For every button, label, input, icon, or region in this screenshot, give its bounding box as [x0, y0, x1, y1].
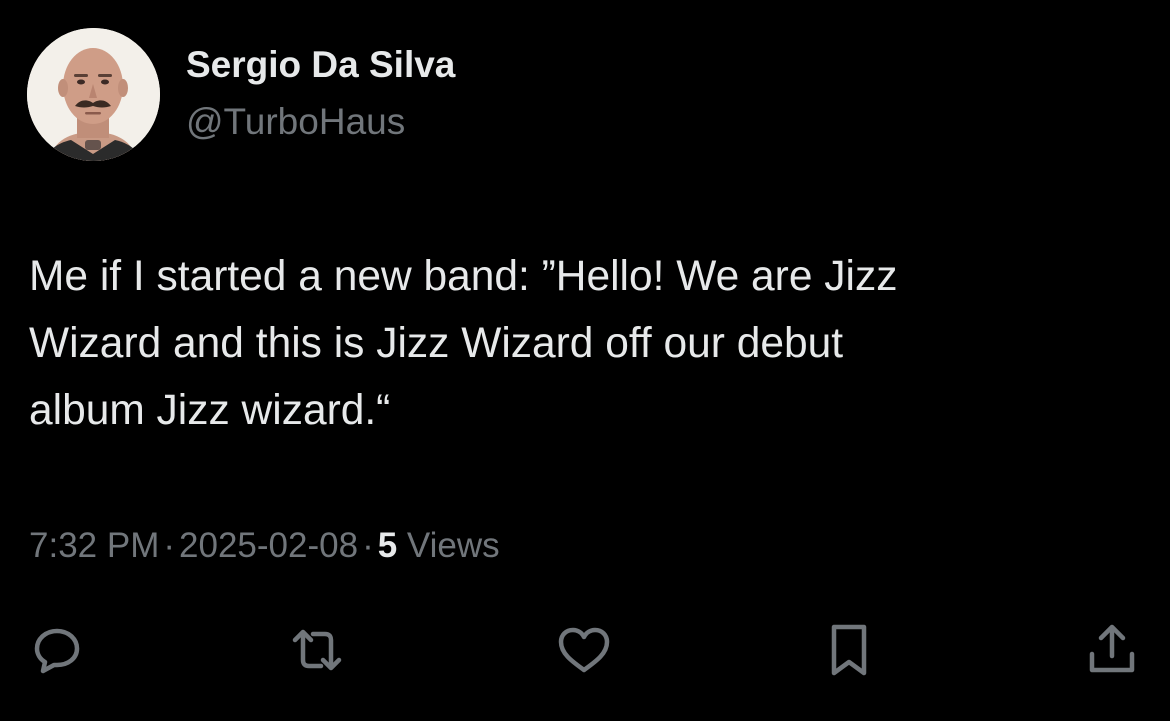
tweet-time[interactable]: 7:32 PM	[29, 526, 159, 565]
meta-separator: ·	[362, 526, 374, 565]
avatar[interactable]	[27, 28, 160, 161]
heart-icon	[558, 627, 610, 673]
tweet-date[interactable]: 2025-02-08	[179, 526, 358, 565]
views-label: Views	[406, 526, 500, 565]
repost-button[interactable]	[287, 620, 347, 680]
bookmark-icon	[831, 624, 867, 676]
share-upload-icon	[1089, 624, 1135, 673]
reply-button[interactable]	[27, 620, 87, 680]
author-display-name[interactable]: Sergio Da Silva	[186, 46, 455, 83]
tweet-text-line: album Jizz wizard.“	[29, 387, 391, 434]
views-count: 5	[377, 526, 398, 565]
tweet-card: Sergio Da Silva @TurboHaus Me if I start…	[0, 0, 1170, 721]
tweet-metadata: 7:32 PM · 2025-02-08 · 5 Views	[29, 528, 500, 563]
like-button[interactable]	[554, 620, 614, 680]
repost-arrows-icon	[292, 629, 342, 671]
meta-separator: ·	[163, 526, 176, 565]
tweet-text: Me if I started a new band: ”Hello! We a…	[29, 243, 1139, 444]
tweet-text-line: Me if I started a new band: ”Hello! We a…	[29, 253, 898, 300]
profile-photo-icon	[27, 28, 160, 161]
speech-bubble-icon	[34, 628, 80, 674]
share-button[interactable]	[1082, 620, 1142, 680]
tweet-text-line: Wizard and this is Jizz Wizard off our d…	[29, 320, 844, 367]
author-handle[interactable]: @TurboHaus	[186, 103, 405, 140]
bookmark-button[interactable]	[819, 620, 879, 680]
